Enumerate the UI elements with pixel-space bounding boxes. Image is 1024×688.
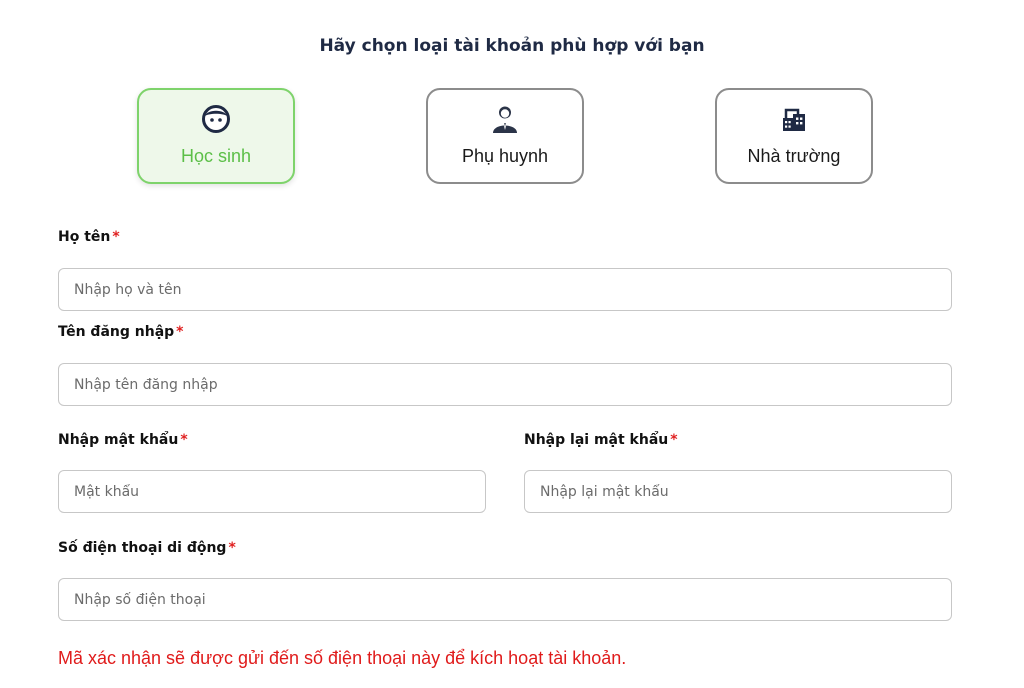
required-mark: *: [228, 540, 236, 556]
verification-notice: Mã xác nhận sẽ được gửi đến số điện thoạ…: [58, 648, 627, 668]
password-input[interactable]: [58, 470, 486, 513]
account-type-label: Học sinh: [180, 146, 252, 166]
account-type-parent[interactable]: Phụ huynh: [426, 88, 584, 184]
confirm-password-label: Nhập lại mật khẩu *: [524, 432, 678, 448]
full-name-label: Họ tên *: [58, 229, 120, 245]
phone-label: Số điện thoại di động *: [58, 540, 236, 556]
account-type-school[interactable]: Nhà trường: [715, 88, 873, 184]
password-label-text: Nhập mật khẩu: [58, 432, 179, 448]
confirm-password-input[interactable]: [524, 470, 952, 513]
phone-label-text: Số điện thoại di động: [58, 540, 227, 556]
password-label: Nhập mật khẩu *: [58, 432, 188, 448]
full-name-label-text: Họ tên: [58, 229, 111, 245]
confirm-password-label-text: Nhập lại mật khẩu: [524, 432, 669, 448]
student-face-icon: [202, 105, 230, 133]
account-type-label: Phụ huynh: [461, 146, 549, 166]
page-heading: Hãy chọn loại tài khoản phù hợp với bạn: [319, 36, 705, 56]
required-mark: *: [180, 432, 188, 448]
username-label-text: Tên đăng nhập: [58, 324, 175, 340]
register-page: Hãy chọn loại tài khoản phù hợp với bạn …: [0, 0, 1024, 688]
required-mark: *: [670, 432, 678, 448]
school-building-icon: [783, 108, 805, 131]
required-mark: *: [112, 229, 120, 245]
username-label: Tên đăng nhập *: [58, 324, 184, 340]
account-type-student[interactable]: Học sinh: [137, 88, 295, 184]
parent-person-icon: [493, 106, 517, 133]
username-input[interactable]: [58, 363, 952, 406]
account-type-label: Nhà trường: [747, 146, 841, 166]
phone-input[interactable]: [58, 578, 952, 621]
required-mark: *: [176, 324, 184, 340]
full-name-input[interactable]: [58, 268, 952, 311]
